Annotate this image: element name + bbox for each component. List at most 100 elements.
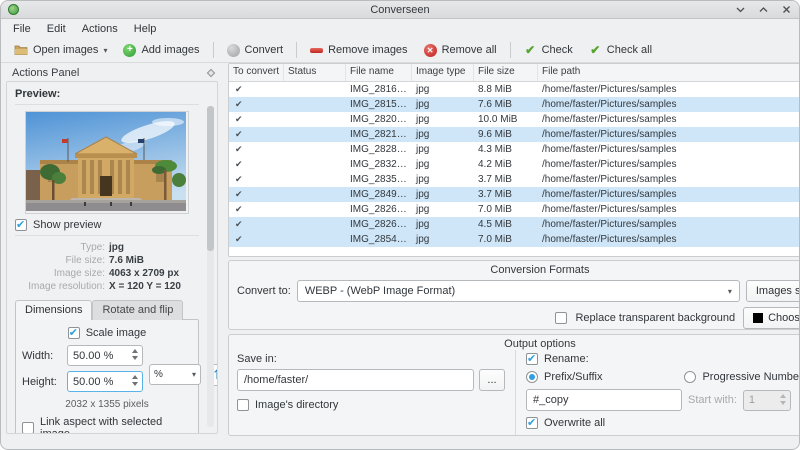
table-row[interactable]: ✔ IMG_2835.jpg jpg 3.7 MiB/home/faster/Pict…	[229, 172, 799, 187]
table-cell: jpg	[416, 84, 430, 95]
table-row[interactable]: ✔ IMG_2826-M… jpg 4.5 MiB/home/faster/Pictu…	[229, 217, 799, 232]
checked-icon: ✔	[235, 84, 243, 94]
table-cell: 8.8 MiB	[478, 84, 512, 95]
progressive-number-radio[interactable]	[684, 371, 697, 383]
to-convert-cell: ✔	[229, 82, 284, 97]
unit-select[interactable]: % ▾	[149, 364, 201, 385]
choose-color-button[interactable]: Choose color	[743, 307, 799, 329]
to-convert-cell: ✔	[229, 172, 284, 187]
toolbar-separator	[212, 42, 214, 58]
table-cell	[284, 187, 346, 202]
images-directory-checkbox[interactable]	[237, 399, 249, 411]
close-icon[interactable]	[781, 4, 792, 15]
scale-image-checkbox[interactable]	[67, 326, 80, 339]
add-images-button[interactable]: + Add images	[116, 41, 206, 60]
table-row[interactable]: ✔ IMG_2854-2.j… jpg 7.0 MiB/home/faster/Pic…	[229, 232, 799, 247]
table-cell: jpg	[416, 234, 430, 245]
table-row[interactable]: ✔ IMG_2816.jpg jpg 8.8 MiB/home/faster/Pict…	[229, 82, 799, 97]
file-size-label: File size:	[65, 255, 105, 266]
show-preview-checkbox[interactable]	[15, 218, 27, 231]
chevron-down-icon: ▾	[103, 45, 108, 55]
header-file-path[interactable]: File path	[538, 64, 799, 81]
header-file-name[interactable]: File name	[346, 64, 412, 81]
replace-background-checkbox[interactable]	[555, 312, 568, 324]
divider	[15, 235, 199, 236]
remove-images-button[interactable]: Remove images	[303, 41, 414, 60]
convert-button[interactable]: Convert	[220, 41, 291, 60]
minimize-icon[interactable]	[735, 4, 746, 15]
table-row[interactable]: ✔ IMG_2815.jpg jpg 7.6 MiB/home/faster/Pict…	[229, 97, 799, 112]
table-cell: 3.7 MiB	[478, 174, 512, 185]
table-cell: 4.5 MiB	[478, 219, 512, 230]
check-all-button[interactable]: ✔ Check all	[582, 41, 659, 60]
remove-all-button[interactable]: ✕ Remove all	[417, 41, 504, 60]
output-options-group: Output options Save in: ... Image's dire…	[228, 334, 799, 436]
prefix-suffix-label: Prefix/Suffix	[544, 371, 603, 383]
menu-bar: File Edit Actions Help	[1, 19, 799, 38]
actions-panel: Actions Panel Preview: ✔ Show preview Ty…	[4, 63, 220, 436]
chevron-down-icon: ▾	[727, 286, 732, 296]
overwrite-all-checkbox[interactable]	[526, 416, 538, 429]
link-aspect-checkbox[interactable]	[22, 422, 34, 433]
table-cell	[284, 97, 346, 112]
table-row[interactable]: ✔ IMG_2821.jpg jpg 9.6 MiB/home/faster/Pict…	[229, 127, 799, 142]
check-button[interactable]: ✔ Check	[517, 41, 580, 60]
height-spinner[interactable]: 50.00 %	[67, 371, 143, 392]
menu-edit[interactable]: Edit	[39, 21, 74, 37]
table-cell	[284, 142, 346, 157]
table-cell: 7.0 MiB	[478, 234, 512, 245]
rename-label: Rename:	[544, 353, 589, 365]
browse-button[interactable]: ...	[479, 369, 505, 391]
header-status[interactable]: Status	[284, 64, 346, 81]
menu-file[interactable]: File	[5, 21, 39, 37]
table-row[interactable]: ✔ IMG_2828.jpg jpg 4.3 MiB/home/faster/Pict…	[229, 142, 799, 157]
height-label: Height:	[22, 375, 57, 388]
table-cell: IMG_2826.jpg	[350, 204, 412, 215]
checked-icon: ✔	[235, 174, 243, 184]
link-aspect-label: Link aspect with selected image	[40, 416, 163, 434]
table-row[interactable]: ✔ IMG_2820.jpg jpg 10.0 MiB/home/faster/Pic…	[229, 112, 799, 127]
output-options-title: Output options	[504, 338, 576, 350]
tab-rotate-flip[interactable]: Rotate and flip	[92, 300, 184, 320]
format-select[interactable]: WEBP - (WebP Image Format) ▾	[296, 280, 740, 302]
header-file-size[interactable]: File size	[474, 64, 538, 81]
rename-pattern-input[interactable]	[526, 389, 682, 411]
table-cell: 3.7 MiB	[478, 189, 512, 200]
panel-scrollbar[interactable]	[207, 106, 214, 427]
window-title: Converseen	[370, 3, 430, 16]
maximize-icon[interactable]	[758, 4, 769, 15]
checked-icon: ✔	[235, 144, 243, 154]
conversion-formats-group: Conversion Formats Convert to: WEBP - (W…	[228, 260, 799, 330]
prefix-suffix-radio[interactable]	[526, 371, 538, 383]
float-panel-icon[interactable]	[206, 68, 216, 77]
open-images-button[interactable]: Open images ▾	[7, 41, 114, 59]
table-cell: IMG_2832.jpg	[350, 159, 412, 170]
file-table-body: ✔ IMG_2816.jpg jpg 8.8 MiB/home/faster/Pict…	[229, 82, 799, 247]
table-cell: 4.3 MiB	[478, 144, 512, 155]
to-convert-cell: ✔	[229, 127, 284, 142]
table-row[interactable]: ✔ IMG_2849.jpg jpg 3.7 MiB/home/faster/Pict…	[229, 187, 799, 202]
table-cell: /home/faster/Pictures/samples	[542, 144, 677, 155]
tab-dimensions[interactable]: Dimensions	[15, 300, 93, 320]
width-spinner[interactable]: 50.00 %	[67, 345, 143, 366]
actions-panel-body: Preview: ✔ Show preview Type: jpg File s…	[6, 81, 218, 434]
to-convert-cell: ✔	[229, 157, 284, 172]
table-cell: jpg	[416, 219, 430, 230]
swap-arrows-icon: ⇅	[214, 367, 217, 383]
menu-actions[interactable]: Actions	[74, 21, 126, 37]
header-image-type[interactable]: Image type	[412, 64, 474, 81]
start-with-spinner[interactable]: 1	[742, 389, 791, 411]
table-row[interactable]: ✔ IMG_2832.jpg jpg 4.2 MiB/home/faster/Pict…	[229, 157, 799, 172]
table-cell	[284, 82, 346, 97]
table-row[interactable]: ✔ IMG_2826.jpg jpg 7.0 MiB/home/faster/Pict…	[229, 202, 799, 217]
image-size-value: 4063 x 2709 px	[109, 268, 180, 279]
menu-help[interactable]: Help	[126, 21, 165, 37]
table-cell	[284, 127, 346, 142]
rename-checkbox[interactable]	[526, 352, 538, 365]
table-cell: /home/faster/Pictures/samples	[542, 189, 677, 200]
header-to-convert[interactable]: To convert	[229, 64, 284, 81]
table-header: To convert Status File name Image type F…	[229, 64, 799, 82]
save-in-input[interactable]	[237, 369, 474, 391]
table-cell	[284, 172, 346, 187]
images-settings-button[interactable]: Images settings	[745, 280, 799, 302]
